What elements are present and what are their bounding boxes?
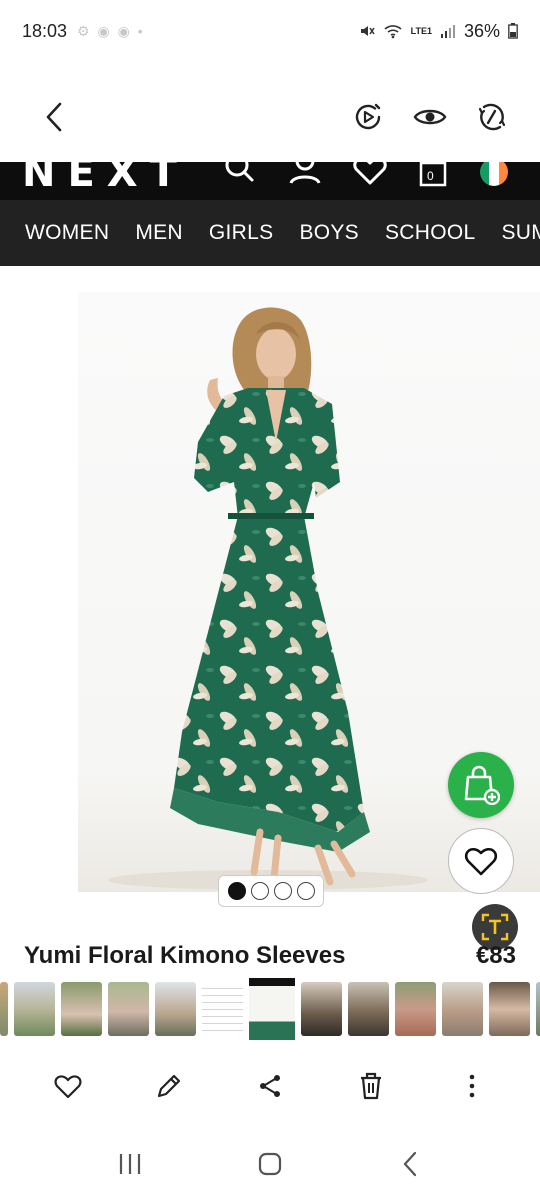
status-bar: 18:03 ⚙ ◉ ◉ • LTE1 36% [0,0,540,62]
gallery-thumbnail-current[interactable] [247,978,297,1040]
ireland-flag-icon[interactable] [478,162,510,188]
back-arrow-icon [46,102,62,132]
share-button[interactable] [252,1068,288,1104]
heart-icon [54,1075,82,1099]
video-button[interactable] [350,99,386,135]
notification-icons: ⚙ ◉ ◉ • [77,22,145,39]
system-back-button[interactable] [392,1146,428,1182]
search-icon[interactable] [222,162,258,187]
heart-icon [464,848,498,876]
site-logo[interactable]: NEXT [22,162,189,196]
edit-icon [158,1074,181,1098]
mute-icon [360,26,375,36]
more-options-button[interactable] [454,1068,490,1104]
network-label: LTE1 [410,25,432,36]
screenshot-image: NEXT 0 WOMEN MEN GIRLS BOYS SCHOOL SUMM [0,162,540,1047]
text-scan-icon [481,913,509,941]
system-nav-bar [0,1140,540,1188]
carousel-dot[interactable] [250,882,269,900]
product-price: €83 [475,942,516,969]
signal-icon [440,25,455,38]
gallery-thumbnail[interactable] [301,982,342,1036]
more-icon [469,1074,474,1098]
system-back-icon [403,1151,417,1177]
battery-icon [508,23,518,39]
carousel-dot[interactable] [296,882,315,900]
nav-men[interactable]: MEN [135,221,183,245]
battery-percent: 36% [463,20,500,41]
viewer-actions [350,99,510,135]
gallery-thumbnail[interactable] [14,982,55,1036]
bag-count: 0 [427,169,434,183]
gallery-thumbnail[interactable] [489,982,530,1036]
gallery-thumbnail[interactable] [0,982,8,1036]
carousel-dot[interactable] [227,882,246,900]
gallery-thumbnail[interactable] [536,982,540,1036]
carousel-indicator [218,875,324,907]
account-icon[interactable] [288,162,322,187]
site-header: NEXT 0 [0,162,540,200]
gallery-thumbnail[interactable] [442,982,483,1036]
viewer-toolbar [0,82,540,152]
status-left: 18:03 ⚙ ◉ ◉ • [22,21,145,42]
recent-apps-icon [119,1154,141,1174]
delete-icon [360,1072,381,1100]
gallery-thumbnail-strip [0,978,540,1040]
recent-apps-button[interactable] [112,1146,148,1182]
nav-boys[interactable]: BOYS [299,221,359,245]
gallery-thumbnail[interactable] [395,982,436,1036]
wifi-icon [384,25,402,39]
wishlist-button[interactable] [448,828,514,894]
share-icon [259,1075,280,1097]
gallery-thumbnail[interactable] [61,982,102,1036]
photo-action-bar [0,1062,540,1110]
delete-button[interactable] [353,1068,389,1104]
gallery-thumbnail[interactable] [108,982,149,1036]
site-header-icons: 0 [222,162,510,188]
video-play-icon [355,103,381,130]
nav-girls[interactable]: GIRLS [209,221,274,245]
gallery-thumbnail[interactable] [202,982,243,1036]
nav-school[interactable]: SCHOOL [385,221,476,245]
gallery-thumbnail[interactable] [348,982,389,1036]
view-button[interactable] [412,99,448,135]
product-title: Yumi Floral Kimono Sleeves [24,942,346,969]
favorite-button[interactable] [50,1068,86,1104]
add-to-bag-button[interactable] [448,752,514,818]
category-nav: WOMEN MEN GIRLS BOYS SCHOOL SUMM [0,200,540,266]
back-button[interactable] [36,99,72,135]
clock: 18:03 [22,20,68,41]
nav-women[interactable]: WOMEN [25,221,109,245]
nav-summer[interactable]: SUMM [502,221,540,245]
eye-icon [413,109,447,125]
edit-button[interactable] [151,1068,187,1104]
heart-icon[interactable] [352,162,388,187]
add-to-bag-icon [464,765,500,805]
home-icon [258,1152,282,1176]
carousel-dot[interactable] [273,882,292,900]
rotate-button[interactable] [474,99,510,135]
gallery-thumbnail[interactable] [155,982,196,1036]
home-button[interactable] [252,1146,288,1182]
bag-button[interactable]: 0 [418,162,448,187]
status-right: LTE1 36% [359,21,518,42]
rotate-icon [478,103,506,131]
